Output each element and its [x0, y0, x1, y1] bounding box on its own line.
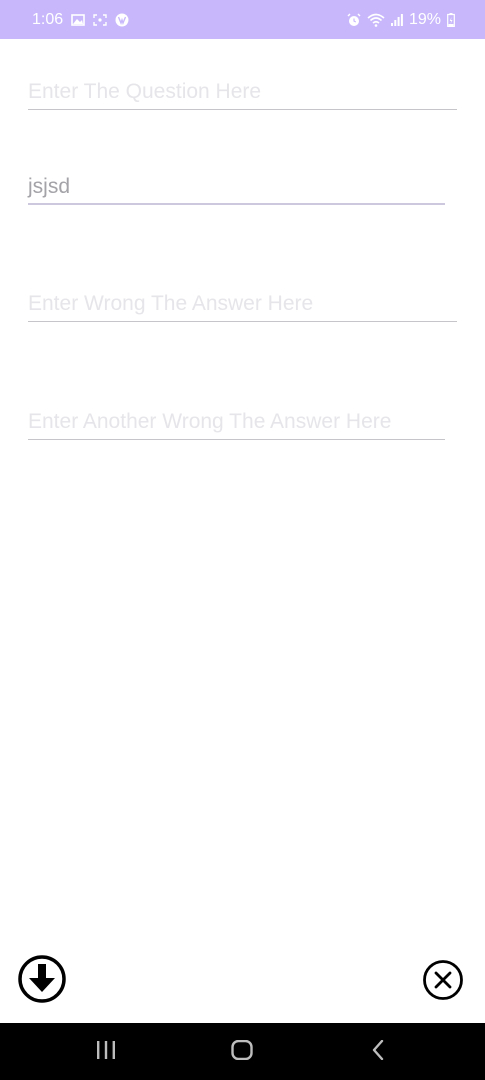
vpn-icon: [115, 13, 129, 27]
question-input-placeholder[interactable]: Enter The Question Here: [28, 79, 457, 105]
another-wrong-answer-field[interactable]: Enter Another Wrong The Answer Here: [28, 409, 445, 441]
alarm-icon: [347, 13, 361, 27]
answer-input-value[interactable]: jsjsd: [28, 174, 445, 200]
navigation-bar: [0, 1023, 485, 1080]
battery-icon: [447, 13, 455, 27]
status-bar: 1:06 19%: [0, 0, 485, 39]
wifi-icon: [367, 13, 385, 27]
gallery-icon: [71, 14, 85, 26]
recents-button[interactable]: [86, 1039, 126, 1065]
home-icon: [231, 1039, 253, 1065]
screenshot-icon: [93, 14, 107, 26]
answer-field[interactable]: jsjsd: [28, 174, 445, 206]
question-field[interactable]: Enter The Question Here: [28, 79, 457, 111]
status-right: 19%: [347, 10, 455, 30]
home-button[interactable]: [222, 1039, 262, 1065]
wrong-answer-field-underline: [28, 321, 457, 322]
status-time: 1:06: [32, 11, 64, 28]
back-icon: [371, 1039, 385, 1065]
another-wrong-answer-input-placeholder[interactable]: Enter Another Wrong The Answer Here: [28, 409, 445, 435]
question-field-underline: [28, 109, 457, 110]
another-wrong-answer-field-underline: [28, 439, 445, 440]
close-icon: [422, 959, 464, 1006]
back-button[interactable]: [358, 1039, 398, 1065]
wrong-answer-input-placeholder[interactable]: Enter Wrong The Answer Here: [28, 291, 457, 317]
wrong-answer-field[interactable]: Enter Wrong The Answer Here: [28, 291, 457, 323]
close-button[interactable]: [421, 959, 465, 1006]
recents-icon: [95, 1040, 117, 1064]
save-download-button[interactable]: [16, 954, 68, 1009]
answer-field-underline: [28, 203, 445, 205]
battery-percentage: 19%: [408, 11, 441, 28]
signal-icon: [390, 14, 403, 26]
download-icon: [17, 954, 67, 1009]
status-left: 1:06: [32, 10, 129, 30]
